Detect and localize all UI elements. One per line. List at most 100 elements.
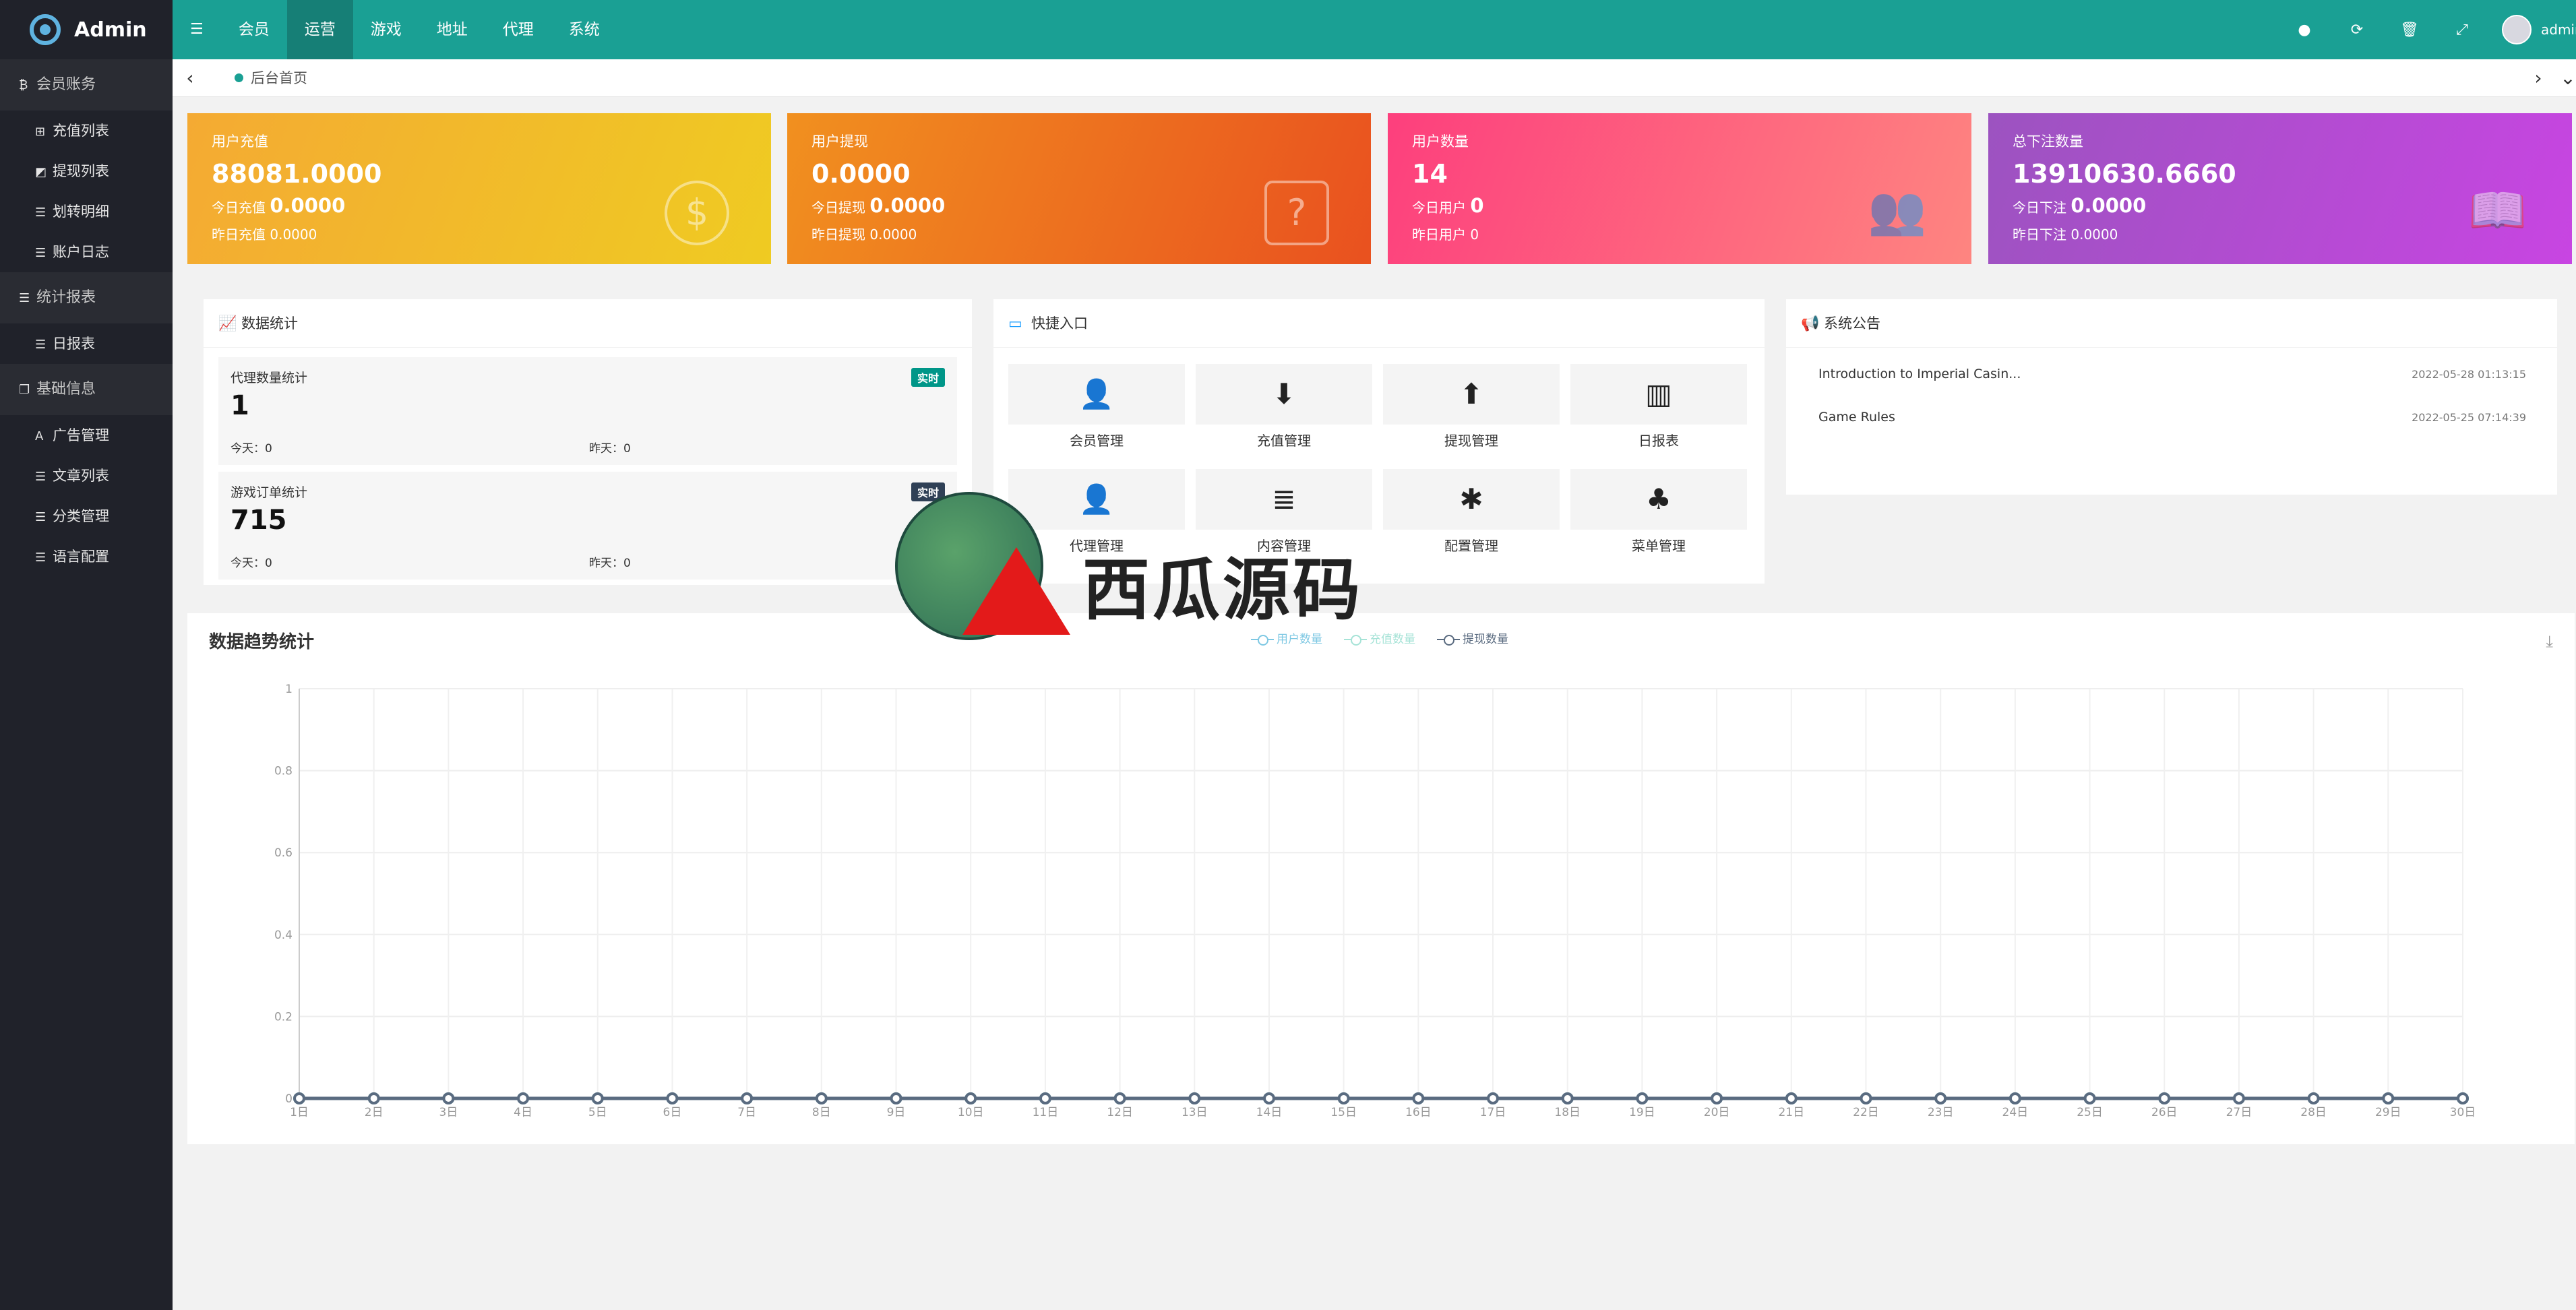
sidebar-item-label: 文章列表 bbox=[53, 468, 109, 484]
top-menu: ☰ 会员 运营 游戏 地址 代理 系统 bbox=[173, 0, 617, 59]
question-edit-icon: ? bbox=[1264, 181, 1329, 245]
data-point bbox=[517, 1092, 530, 1104]
notice-item[interactable]: Introduction to Imperial Casin... 2022-0… bbox=[1818, 367, 2526, 381]
logo-icon bbox=[30, 14, 61, 45]
quick-entry-menu[interactable]: ♣ 菜单管理 bbox=[1570, 469, 1747, 570]
sidebar-group-reports[interactable]: ☰ 统计报表 bbox=[0, 272, 173, 323]
book-icon: 📖 bbox=[2468, 183, 2527, 238]
card-value: 13910630.6660 bbox=[2013, 159, 2236, 189]
card-yesterday: 昨日下注 0.0000 bbox=[2013, 226, 2118, 243]
data-point bbox=[1487, 1092, 1500, 1104]
quick-entry-daily-report[interactable]: ▥ 日报表 bbox=[1570, 364, 1747, 465]
quick-entry-members[interactable]: 👤 会员管理 bbox=[1008, 364, 1185, 465]
x-tick-label: 20日 bbox=[1704, 1106, 1730, 1119]
notice-item[interactable]: Game Rules 2022-05-25 07:14:39 bbox=[1818, 410, 2526, 425]
quick-entry-withdraw[interactable]: ⬆ 提现管理 bbox=[1383, 364, 1560, 465]
x-tick-label: 30日 bbox=[2450, 1106, 2476, 1119]
trend-chart-panel: 数据趋势统计 ⤓ 用户数量 充值数量 提现数量 0 0.2 0.4 0.6 0.8 1 1日… bbox=[187, 613, 2575, 1144]
sidebar-item-daily-report[interactable]: ☰ 日报表 bbox=[0, 323, 173, 364]
y-tick-label: 1 bbox=[285, 683, 293, 696]
top-bar: Admin ☰ 会员 运营 游戏 地址 代理 系统 ● ⟳ 🗑 ⤢ admin bbox=[0, 0, 2576, 59]
x-tick-label: 10日 bbox=[958, 1106, 984, 1119]
x-tick-label: 6日 bbox=[663, 1106, 682, 1119]
top-menu-item-members[interactable]: 会员 bbox=[221, 0, 287, 59]
x-tick-label: 2日 bbox=[365, 1106, 384, 1119]
settings-icon[interactable]: ● bbox=[2278, 22, 2331, 38]
sidebar-item-articles[interactable]: ☰ 文章列表 bbox=[0, 456, 173, 496]
refresh-icon[interactable]: ⟳ bbox=[2331, 22, 2383, 38]
x-tick-label: 11日 bbox=[1033, 1106, 1059, 1119]
menu-toggle-icon[interactable]: ☰ bbox=[173, 0, 221, 59]
tab-prev-button[interactable]: ‹ bbox=[173, 59, 208, 97]
top-menu-item-system[interactable]: 系统 bbox=[551, 0, 617, 59]
sidebar-item-ads[interactable]: A 广告管理 bbox=[0, 415, 173, 456]
watermark: 西瓜源码 bbox=[895, 485, 1367, 647]
top-menu-item-operations[interactable]: 运营 bbox=[286, 0, 353, 59]
sidebar-item-withdraw-list[interactable]: ◩ 提现列表 bbox=[0, 151, 173, 191]
data-point bbox=[2232, 1092, 2245, 1104]
status-badge: 实时 bbox=[911, 368, 945, 387]
logo-text: Admin bbox=[74, 18, 147, 42]
avatar[interactable] bbox=[2502, 15, 2532, 44]
sidebar-item-categories[interactable]: ☰ 分类管理 bbox=[0, 496, 173, 536]
tab-home[interactable]: 后台首页 bbox=[221, 59, 317, 97]
tab-next-button[interactable]: › bbox=[2521, 59, 2556, 97]
sidebar-item-label: 提现列表 bbox=[53, 163, 109, 179]
list-icon: ☰ bbox=[35, 510, 47, 524]
sidebar-item-label: 账户日志 bbox=[53, 244, 109, 260]
list-icon: ☰ bbox=[35, 551, 47, 565]
data-point bbox=[815, 1092, 828, 1104]
sidebar: ₿ 会员账务 ⊞ 充值列表 ◩ 提现列表 ☰ 划转明细 ☰ 账户日志 ☰ 统计报表 ☰ 日报表… bbox=[0, 59, 173, 1310]
logo[interactable]: Admin bbox=[0, 0, 173, 59]
data-point bbox=[1711, 1092, 1723, 1104]
top-menu-item-address[interactable]: 地址 bbox=[419, 0, 485, 59]
trash-icon[interactable]: 🗑 bbox=[2383, 22, 2436, 38]
font-icon: A bbox=[35, 429, 44, 443]
data-point bbox=[1636, 1092, 1649, 1104]
sidebar-item-account-log[interactable]: ☰ 账户日志 bbox=[0, 232, 173, 272]
arrow-down-circle-icon: ⬇ bbox=[1196, 364, 1372, 425]
sidebar-item-label: 语言配置 bbox=[53, 549, 109, 565]
user-name[interactable]: admin bbox=[2541, 22, 2576, 38]
quick-entry-recharge[interactable]: ⬇ 充值管理 bbox=[1196, 364, 1372, 465]
x-tick-label: 26日 bbox=[2151, 1106, 2178, 1119]
data-stats-panel: 📈 数据统计 代理数量统计 1 今天：0 昨天：0 实时 游戏订单统计 715 今… bbox=[204, 299, 972, 585]
sidebar-item-label: 充值列表 bbox=[53, 123, 109, 139]
y-tick-label: 0.2 bbox=[274, 1010, 293, 1024]
sidebar-group-basic-info[interactable]: ❐ 基础信息 bbox=[0, 364, 173, 415]
data-point bbox=[591, 1092, 604, 1104]
x-tick-label: 3日 bbox=[439, 1106, 458, 1119]
top-menu-item-games[interactable]: 游戏 bbox=[353, 0, 419, 59]
plus-square-icon: ⊞ bbox=[35, 125, 46, 139]
card-yesterday: 昨日充值 0.0000 bbox=[212, 226, 317, 243]
data-point bbox=[1860, 1092, 1872, 1104]
x-tick-label: 25日 bbox=[2077, 1106, 2103, 1119]
sidebar-item-label: 划转明细 bbox=[53, 204, 109, 220]
sidebar-item-language[interactable]: ☰ 语言配置 bbox=[0, 536, 173, 577]
x-tick-label: 14日 bbox=[1256, 1106, 1283, 1119]
y-tick-label: 0 bbox=[285, 1092, 293, 1106]
y-tick-label: 0.8 bbox=[274, 765, 293, 778]
sidebar-item-transfer-detail[interactable]: ☰ 划转明细 bbox=[0, 191, 173, 232]
x-tick-label: 1日 bbox=[290, 1106, 309, 1119]
tab-more-button[interactable]: ⌄ bbox=[2554, 59, 2576, 97]
x-tick-label: 18日 bbox=[1554, 1106, 1581, 1119]
fullscreen-icon[interactable]: ⤢ bbox=[2436, 22, 2488, 38]
top-menu-item-agent[interactable]: 代理 bbox=[485, 0, 551, 59]
x-tick-label: 23日 bbox=[1928, 1106, 1954, 1119]
sidebar-item-recharge-list[interactable]: ⊞ 充值列表 bbox=[0, 111, 173, 151]
y-tick-label: 0.4 bbox=[274, 929, 293, 942]
data-point bbox=[666, 1092, 679, 1104]
sidebar-item-label: 分类管理 bbox=[53, 508, 109, 524]
y-tick-label: 0.6 bbox=[274, 846, 293, 860]
system-notice-panel: 📢 系统公告 Introduction to Imperial Casin... … bbox=[1786, 299, 2557, 495]
data-point bbox=[2382, 1092, 2395, 1104]
data-point bbox=[1188, 1092, 1201, 1104]
sidebar-group-member-finance[interactable]: ₿ 会员账务 bbox=[0, 59, 173, 111]
list-icon: ☰ bbox=[35, 246, 47, 260]
x-tick-label: 8日 bbox=[812, 1106, 831, 1119]
quick-entry-config[interactable]: ✱ 配置管理 bbox=[1383, 469, 1560, 570]
x-tick-label: 27日 bbox=[2226, 1106, 2252, 1119]
megaphone-icon: 📢 bbox=[1801, 315, 1820, 332]
x-tick-label: 19日 bbox=[1629, 1106, 1655, 1119]
